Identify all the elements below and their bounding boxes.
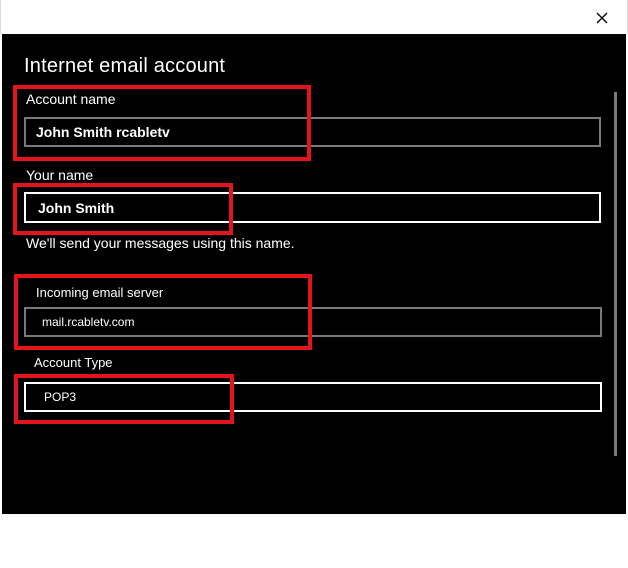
your-name-label: Your name	[26, 167, 94, 183]
your-name-input[interactable]: John Smith	[24, 192, 601, 223]
close-button[interactable]	[591, 7, 613, 29]
window: Internet email account Account name John…	[0, 0, 628, 568]
account-type-select[interactable]: POP3	[24, 382, 602, 412]
close-icon	[596, 12, 608, 24]
incoming-server-input[interactable]: mail.rcabletv.com	[24, 307, 602, 337]
account-name-label: Account name	[26, 91, 116, 107]
vertical-scrollbar[interactable]	[614, 92, 617, 456]
account-name-input[interactable]: John Smith rcabletv	[24, 117, 601, 147]
your-name-hint: We'll send your messages using this name…	[26, 235, 295, 251]
title-bar	[0, 0, 628, 34]
account-type-label: Account Type	[34, 355, 113, 370]
email-account-dialog: Internet email account Account name John…	[2, 34, 626, 514]
dialog-title: Internet email account	[24, 55, 226, 77]
incoming-server-label: Incoming email server	[36, 285, 164, 300]
